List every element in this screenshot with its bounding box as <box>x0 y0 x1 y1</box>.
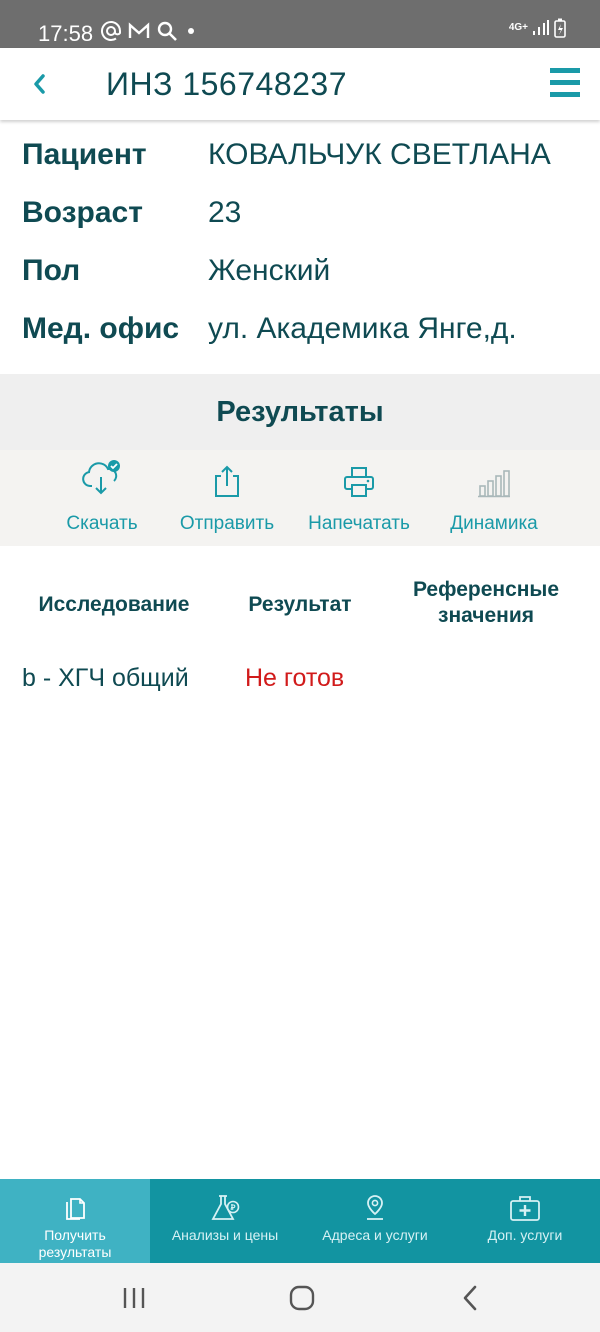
download-button[interactable]: Скачать <box>52 450 152 546</box>
chevron-left-icon <box>34 74 45 94</box>
nav-label: Получить результаты <box>39 1227 112 1261</box>
nav-analyses-prices[interactable]: Анализы и цены <box>150 1179 300 1263</box>
info-value: 23 <box>208 196 242 229</box>
study-name: b - ХГЧ общий <box>22 664 189 692</box>
send-label: Отправить <box>179 513 275 534</box>
bar-chart-icon <box>478 470 510 498</box>
info-value: КОВАЛЬЧУК СВЕТЛАНА <box>208 138 551 171</box>
results-actions: Скачать Отправить Напечатать Динамика <box>0 450 600 546</box>
nav-label-line1: Получить <box>44 1227 106 1243</box>
page-title: ИНЗ 156748237 <box>106 66 347 102</box>
info-row-age: Возраст 23 <box>0 196 600 254</box>
status-bar: 17:58 4G+ <box>0 0 600 48</box>
flask-icon <box>211 1195 240 1220</box>
info-label: Возраст <box>22 196 143 229</box>
hamburger-icon <box>550 68 580 73</box>
download-label: Скачать <box>66 513 138 534</box>
result-status: Не готов <box>245 664 345 692</box>
info-row-patient: Пациент КОВАЛЬЧУК СВЕТЛАНА <box>0 138 600 196</box>
home-button[interactable] <box>282 1283 322 1313</box>
dynamics-label: Динамика <box>450 513 538 534</box>
table-row[interactable]: b - ХГЧ общий Не готов <box>0 660 600 700</box>
patient-info: Пациент КОВАЛЬЧУК СВЕТЛАНА Возраст 23 По… <box>0 138 600 370</box>
dynamics-button[interactable]: Динамика <box>444 450 544 546</box>
column-header-result: Результат <box>248 593 352 616</box>
info-row-office: Мед. офис ул. Академика Янге,д. <box>0 312 600 370</box>
status-time: 17:58 <box>38 21 94 46</box>
print-label: Напечатать <box>308 513 410 534</box>
system-back-button[interactable] <box>450 1283 490 1313</box>
cloud-download-icon <box>82 460 120 495</box>
medical-kit-icon <box>510 1196 540 1221</box>
nav-label: Адреса и услуги <box>322 1227 428 1243</box>
results-title: Результаты <box>216 396 384 428</box>
nav-addresses-services[interactable]: Адреса и услуги <box>300 1179 450 1263</box>
back-arrow-icon <box>463 1285 477 1311</box>
nav-label: Анализы и цены <box>171 1227 279 1243</box>
recent-apps-button[interactable] <box>114 1283 154 1313</box>
column-header-reference: Референсные значения <box>395 577 577 629</box>
send-button[interactable]: Отправить <box>177 450 277 546</box>
system-icons: 4G+ <box>509 18 566 38</box>
print-button[interactable]: Напечатать <box>303 450 415 546</box>
at-sign-icon <box>101 21 121 41</box>
results-table-header: Исследование Результат Референсные значе… <box>0 572 600 642</box>
app-bar: ИНЗ 156748237 <box>0 48 600 120</box>
info-value: ул. Академика Янге,д. <box>208 312 517 345</box>
mail-icon <box>128 22 150 38</box>
info-label: Пациент <box>22 138 147 171</box>
column-header-study: Исследование <box>38 593 190 616</box>
info-row-sex: Пол Женский <box>0 254 600 312</box>
results-header: Результаты <box>0 374 600 450</box>
hamburger-icon-bar <box>550 80 580 85</box>
printer-icon <box>344 467 374 497</box>
nav-label-line2: результаты <box>38 1244 112 1260</box>
document-icon <box>66 1198 85 1220</box>
column-header-reference-line1: Референсные <box>412 578 560 601</box>
info-label: Пол <box>22 254 81 287</box>
nav-label: Доп. услуги <box>487 1227 563 1243</box>
menu-button[interactable] <box>548 66 582 100</box>
share-icon <box>215 465 239 497</box>
back-button[interactable] <box>24 66 54 102</box>
recent-apps-icon <box>123 1288 145 1308</box>
search-icon <box>157 21 177 41</box>
battery-charging-icon <box>554 18 566 38</box>
home-icon <box>289 1285 315 1311</box>
column-header-reference-line2: значения <box>438 604 534 627</box>
info-value: Женский <box>208 254 331 287</box>
dot-icon <box>188 28 194 34</box>
nav-extra-services[interactable]: Доп. услуги <box>450 1179 600 1263</box>
location-pin-icon <box>367 1195 383 1220</box>
notification-icons <box>100 20 198 42</box>
nav-get-results[interactable]: Получить результаты <box>0 1179 150 1263</box>
network-type: 4G+ <box>508 22 528 33</box>
bottom-navigation: Получить результаты Анализы и цены Адрес… <box>0 1179 600 1263</box>
hamburger-icon-bar <box>550 92 580 97</box>
info-label: Мед. офис <box>22 312 180 345</box>
system-navigation-bar <box>0 1263 600 1332</box>
signal-icon <box>533 20 549 35</box>
